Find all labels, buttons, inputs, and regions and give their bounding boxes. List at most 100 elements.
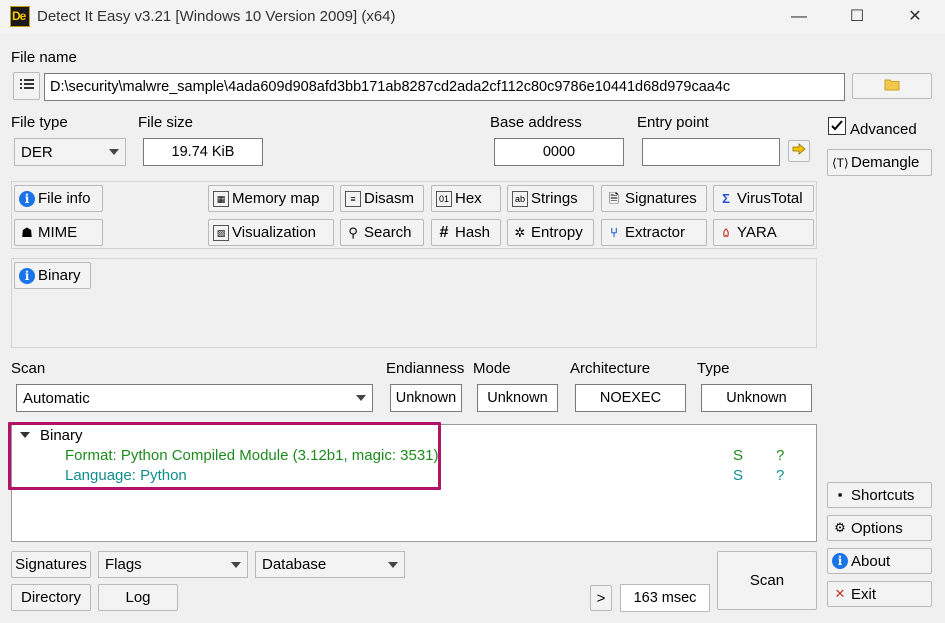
- chevron-down-icon: [231, 561, 241, 568]
- result-language-q[interactable]: ?: [776, 467, 784, 484]
- minimize-button[interactable]: —: [776, 4, 822, 30]
- flags-label: Flags: [105, 556, 142, 573]
- arrow-right-icon: [791, 143, 807, 159]
- more-button[interactable]: >: [590, 585, 612, 611]
- mode-label: Mode: [473, 360, 511, 377]
- entropy-icon: ✲: [514, 224, 526, 240]
- file-size-label: File size: [138, 114, 194, 131]
- hex-icon: 01: [436, 190, 452, 207]
- about-button[interactable]: i About: [827, 548, 932, 574]
- filetype-tabs-panel: [11, 258, 817, 348]
- window-title: Detect It Easy v3.21 [Windows 10 Version…: [37, 8, 396, 25]
- log-label: Log: [125, 589, 151, 606]
- entry-point-field[interactable]: [642, 138, 780, 166]
- hash-label: Hash: [455, 224, 491, 241]
- result-format-s[interactable]: S: [733, 447, 743, 464]
- about-label: About: [851, 552, 891, 570]
- more-label: >: [596, 589, 606, 607]
- memory-map-button[interactable]: ▦ Memory map: [208, 185, 334, 212]
- gear-icon: ⚙: [834, 520, 846, 535]
- log-button[interactable]: Log: [98, 584, 178, 611]
- highlight-box: [8, 422, 441, 490]
- search-icon: ⚲: [348, 224, 358, 240]
- exit-button[interactable]: ✕ Exit: [827, 581, 932, 607]
- mime-icon: ☗: [21, 224, 33, 240]
- shortcuts-button[interactable]: ▪ Shortcuts: [827, 482, 932, 508]
- mode-field: Unknown: [477, 384, 558, 412]
- file-type-value: DER: [21, 143, 53, 161]
- strings-label: Strings: [531, 190, 578, 207]
- binary-tab-label: Binary: [38, 267, 81, 284]
- base-address-field[interactable]: 0000: [494, 138, 624, 166]
- yara-button[interactable]: ۵ YARA: [713, 219, 814, 246]
- app-logo-text: De: [12, 9, 26, 23]
- info-icon: i: [832, 553, 848, 569]
- flags-select[interactable]: Flags: [98, 551, 248, 578]
- search-button[interactable]: ⚲ Search: [340, 219, 424, 246]
- advanced-checkbox[interactable]: [828, 117, 846, 135]
- chevron-down-icon: [356, 395, 366, 401]
- scan-mode-select[interactable]: Automatic: [16, 384, 373, 412]
- folder-icon: [884, 78, 900, 94]
- endianness-field: Unknown: [390, 384, 462, 412]
- options-label: Options: [851, 519, 903, 537]
- visualization-button[interactable]: ▨ Visualization: [208, 219, 334, 246]
- shortcuts-label: Shortcuts: [851, 486, 915, 504]
- directory-label: Directory: [20, 589, 81, 606]
- base-address-label: Base address: [490, 114, 582, 131]
- yara-icon: ۵: [722, 224, 730, 240]
- directory-button[interactable]: Directory: [11, 584, 91, 611]
- close-button[interactable]: ✕: [892, 4, 938, 30]
- info-icon: i: [19, 267, 35, 284]
- demangle-button[interactable]: ⟨T⟩ Demangle: [827, 149, 932, 176]
- open-file-button[interactable]: [852, 73, 932, 99]
- demangle-icon: ⟨T⟩: [832, 155, 849, 170]
- file-type-select[interactable]: DER: [14, 138, 126, 166]
- signatures-label: Signatures: [625, 190, 697, 207]
- entropy-button[interactable]: ✲ Entropy: [507, 219, 594, 246]
- file-type-label: File type: [11, 114, 68, 131]
- scan-time-field: 163 msec: [620, 584, 710, 612]
- disasm-button[interactable]: ≡ Disasm: [340, 185, 424, 212]
- signatures-bottom-label: Signatures: [15, 556, 87, 573]
- file-path-input[interactable]: D:\security\malwre_sample\4ada609d908afd…: [44, 73, 845, 101]
- mime-button[interactable]: ☗ MIME: [14, 219, 103, 246]
- binary-tab[interactable]: i Binary: [14, 262, 91, 289]
- scan-button[interactable]: Scan: [717, 551, 817, 610]
- database-select[interactable]: Database: [255, 551, 405, 578]
- hex-label: Hex: [455, 190, 482, 207]
- options-button[interactable]: ⚙ Options: [827, 515, 932, 541]
- yara-label: YARA: [737, 224, 777, 241]
- document-icon: 🗎: [608, 190, 620, 206]
- mime-label: MIME: [38, 224, 78, 241]
- file-menu-button[interactable]: [13, 72, 40, 100]
- chevron-down-icon: [109, 149, 119, 155]
- info-icon: i: [19, 190, 35, 207]
- check-icon: [831, 120, 843, 131]
- hash-button[interactable]: # Hash: [431, 219, 501, 246]
- app-logo-icon: De: [10, 6, 30, 27]
- hex-button[interactable]: 01 Hex: [431, 185, 501, 212]
- virustotal-button[interactable]: Σ VirusTotal: [713, 185, 814, 212]
- go-entry-button[interactable]: [788, 140, 810, 162]
- architecture-field: NOEXEC: [575, 384, 686, 412]
- scan-mode-value: Automatic: [23, 389, 90, 407]
- close-icon: ✕: [834, 586, 846, 601]
- file-info-button[interactable]: i File info: [14, 185, 103, 212]
- extractor-button[interactable]: ⑂ Extractor: [601, 219, 707, 246]
- signatures-bottom-button[interactable]: Signatures: [11, 551, 91, 578]
- demangle-label: Demangle: [851, 154, 920, 171]
- signatures-button[interactable]: 🗎 Signatures: [601, 185, 707, 212]
- type-label: Type: [697, 360, 730, 377]
- virustotal-icon: Σ: [722, 190, 730, 206]
- hash-icon: #: [439, 223, 449, 241]
- entropy-label: Entropy: [531, 224, 583, 241]
- scan-button-label: Scan: [749, 572, 785, 589]
- disasm-label: Disasm: [364, 190, 415, 207]
- strings-button[interactable]: ab Strings: [507, 185, 594, 212]
- entry-point-label: Entry point: [637, 114, 709, 131]
- maximize-button[interactable]: ☐: [834, 4, 880, 30]
- search-label: Search: [364, 224, 412, 241]
- result-format-q[interactable]: ?: [776, 447, 784, 464]
- result-language-s[interactable]: S: [733, 467, 743, 484]
